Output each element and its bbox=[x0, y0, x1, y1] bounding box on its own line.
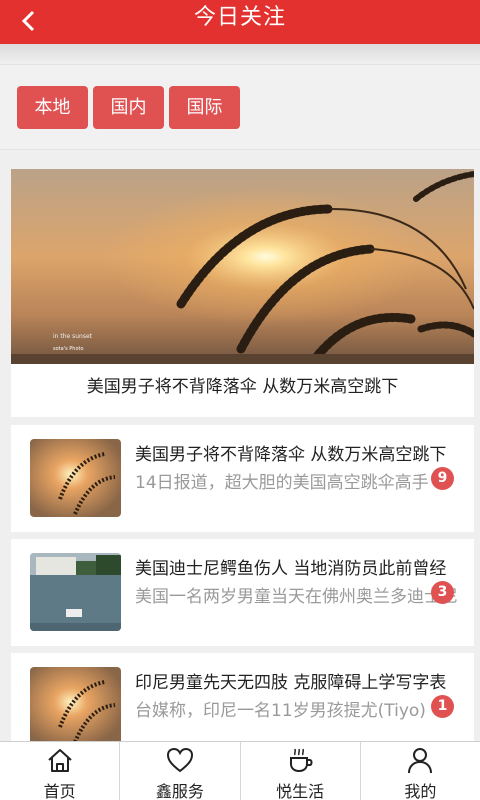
bottom-tab-bar: 首页 鑫服务 悦生活 我的 bbox=[0, 741, 480, 800]
tab-service[interactable]: 鑫服务 bbox=[120, 742, 241, 800]
app-header: 今日关注 bbox=[0, 0, 480, 44]
news-thumbnail bbox=[30, 667, 121, 745]
comment-count-badge: 3 bbox=[431, 581, 454, 604]
tab-label: 悦生活 bbox=[276, 782, 325, 800]
news-item[interactable]: 美国男子将不背降落伞 从数万米高空跳下 14日报道，超大胆的美国高空跳伞高手 9 bbox=[11, 425, 474, 532]
page-title: 今日关注 bbox=[193, 5, 286, 30]
hero-image: in the sunset sota's Photo bbox=[11, 169, 474, 364]
hero-watermark-small: in the sunset bbox=[53, 333, 93, 340]
tab-mine[interactable]: 我的 bbox=[361, 742, 480, 800]
news-thumbnail bbox=[30, 439, 121, 517]
news-summary: 台媒称，印尼一名11岁男孩提尤(Tiyo) bbox=[135, 701, 426, 721]
filter-international-button[interactable]: 国际 bbox=[169, 86, 240, 129]
news-title: 印尼男童先天无四肢 克服障碍上学写字表 bbox=[135, 673, 447, 693]
tab-label: 我的 bbox=[404, 782, 437, 800]
hero-caption: 美国男子将不背降落伞 从数万米高空跳下 bbox=[86, 377, 399, 397]
heart-icon bbox=[166, 747, 193, 773]
header-divider bbox=[0, 44, 480, 64]
news-thumbnail bbox=[30, 553, 121, 631]
tab-label: 首页 bbox=[43, 782, 76, 800]
coffee-icon bbox=[290, 748, 313, 773]
comment-count-badge: 9 bbox=[431, 467, 454, 490]
news-summary: 美国一名两岁男童当天在佛州奥兰多迪士尼 bbox=[135, 587, 458, 607]
filter-bar: 本地 国内 国际 bbox=[0, 64, 480, 150]
tab-home[interactable]: 首页 bbox=[0, 742, 121, 800]
filter-domestic-button[interactable]: 国内 bbox=[93, 86, 164, 129]
home-icon bbox=[47, 749, 72, 772]
comment-count-badge: 1 bbox=[431, 695, 454, 718]
news-title: 美国迪士尼鳄鱼伤人 当地消防员此前曾经 bbox=[135, 559, 447, 579]
news-title: 美国男子将不背降落伞 从数万米高空跳下 bbox=[135, 445, 447, 465]
news-summary: 14日报道，超大胆的美国高空跳伞高手 bbox=[135, 473, 429, 493]
news-item[interactable]: 美国迪士尼鳄鱼伤人 当地消防员此前曾经 美国一名两岁男童当天在佛州奥兰多迪士尼 … bbox=[11, 539, 474, 646]
tab-label: 鑫服务 bbox=[155, 782, 204, 800]
tab-life[interactable]: 悦生活 bbox=[241, 742, 361, 800]
user-icon bbox=[408, 748, 433, 774]
hero-card[interactable]: in the sunset sota's Photo 美国男子将不背降落伞 从数… bbox=[11, 169, 474, 417]
hero-watermark-signature: sota's Photo bbox=[53, 346, 84, 352]
filter-local-button[interactable]: 本地 bbox=[17, 86, 88, 129]
